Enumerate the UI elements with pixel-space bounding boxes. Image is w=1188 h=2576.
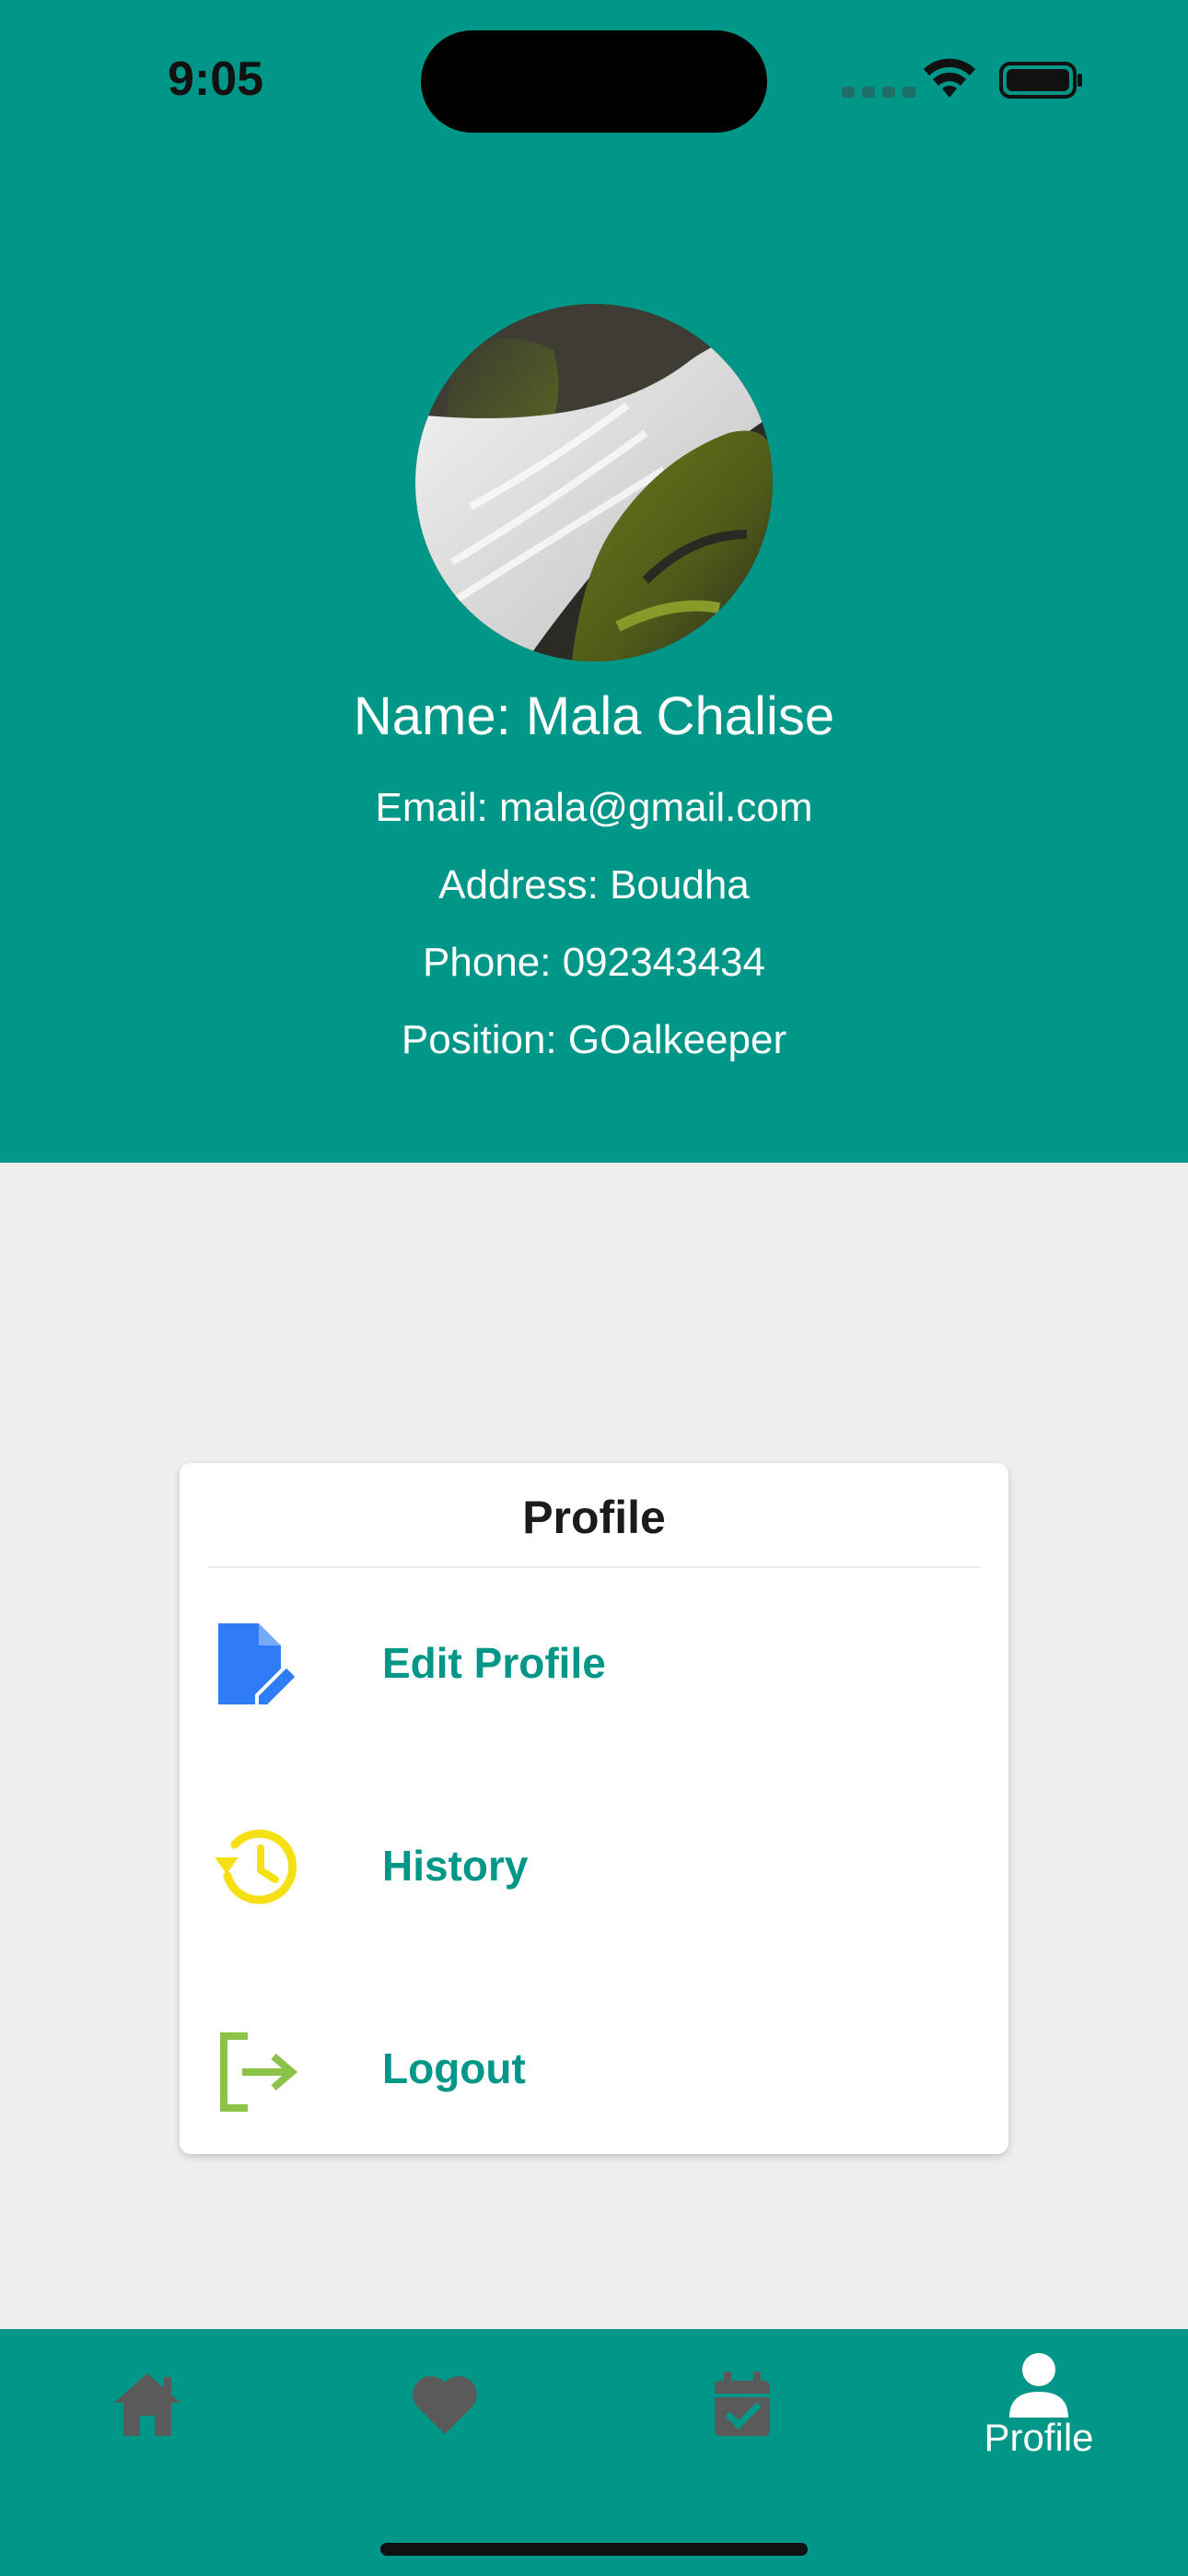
nav-calendar[interactable]: [650, 2329, 834, 2486]
divider: [207, 1566, 981, 1568]
status-time: 9:05: [168, 53, 264, 106]
edit-profile-button[interactable]: Edit Profile: [180, 1583, 1008, 1749]
dynamic-island: [421, 30, 767, 133]
nav-home[interactable]: [55, 2329, 239, 2486]
card-title: Profile: [522, 1492, 666, 1543]
history-icon: [215, 1829, 297, 1904]
profile-header: 9:05 Name: Mala Chalise Email: mala@gmai…: [0, 0, 1188, 1163]
edit-profile-label: Edit Profile: [382, 1639, 606, 1687]
home-icon: [114, 2373, 181, 2436]
cellular-signal-icon: [842, 87, 915, 98]
history-label: History: [382, 1842, 529, 1890]
logout-label: Logout: [382, 2044, 526, 2092]
nav-profile[interactable]: Profile: [947, 2329, 1131, 2486]
wifi-icon: [924, 58, 975, 98]
history-button[interactable]: History: [180, 1786, 1008, 1951]
battery-icon: [999, 62, 1082, 99]
heart-icon: [413, 2376, 477, 2434]
profile-name: Name: Mala Chalise: [353, 686, 835, 746]
status-bar: 9:05: [0, 0, 1188, 157]
profile-address: Address: Boudha: [438, 862, 750, 907]
calendar-check-icon: [715, 2371, 770, 2436]
nav-favorites[interactable]: [353, 2329, 537, 2486]
avatar: [415, 304, 773, 662]
edit-document-icon: [218, 1623, 300, 1708]
profile-menu-card: Profile Edit Profile History Logout: [180, 1463, 1008, 2154]
home-indicator: [380, 2543, 808, 2556]
nav-profile-label: Profile: [984, 2416, 1094, 2459]
profile-email: Email: mala@gmail.com: [375, 785, 813, 830]
logout-button[interactable]: Logout: [180, 1988, 1008, 2154]
logout-icon: [220, 2032, 298, 2112]
profile-phone: Phone: 092343434: [423, 940, 765, 985]
person-icon: [1009, 2353, 1068, 2418]
bottom-navigation: Profile: [0, 2329, 1188, 2576]
profile-position: Position: GOalkeeper: [401, 1017, 787, 1062]
waterfall-photo: [415, 304, 773, 662]
